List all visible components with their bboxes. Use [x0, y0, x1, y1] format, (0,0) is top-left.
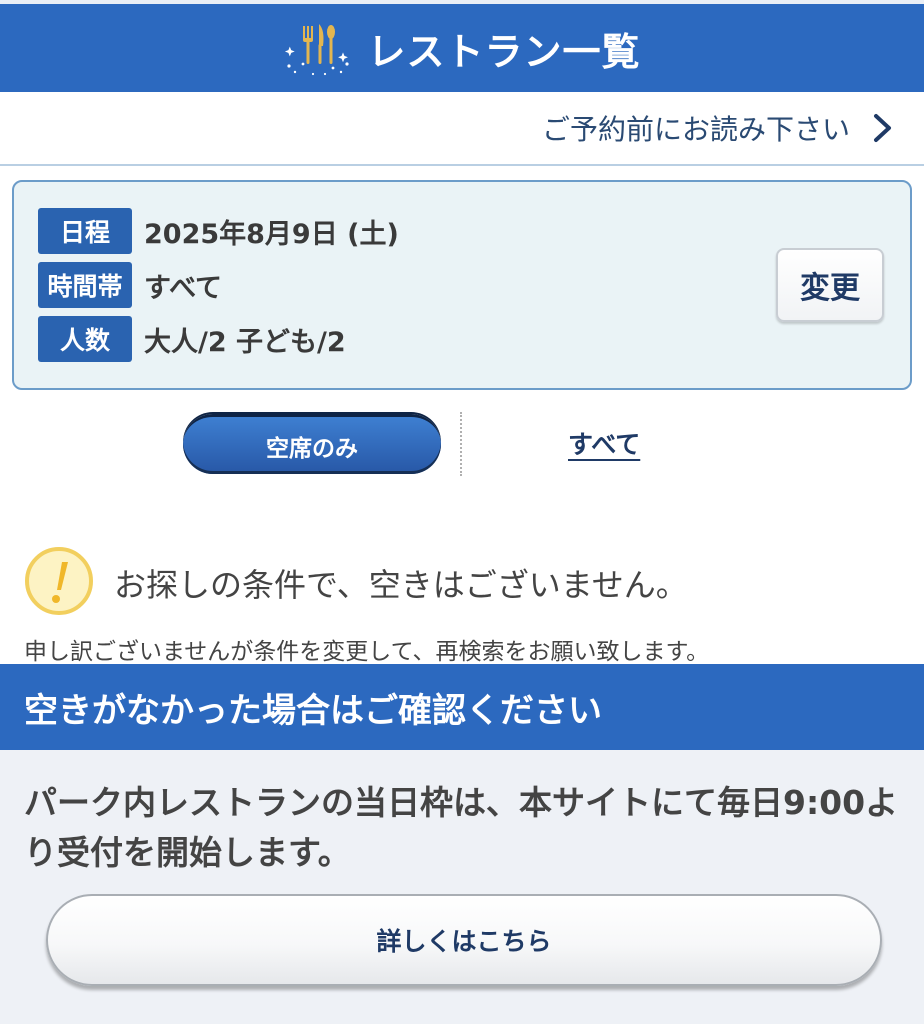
filter-divider — [460, 412, 462, 476]
condition-value: 2025年8月9日 (土) — [144, 218, 399, 250]
warning-icon — [25, 547, 93, 615]
condition-label: 時間帯 — [38, 262, 132, 308]
page-title: レストラン一覧 — [367, 29, 641, 74]
filter-available-only-button[interactable]: 空席のみ — [183, 414, 441, 474]
section-banner: 空きがなかった場合はご確認ください — [0, 664, 924, 750]
cutlery-icon — [285, 24, 350, 76]
condition-row-time: 時間帯 すべて — [38, 262, 222, 308]
notice-label: ご予約前にお読み下さい — [541, 113, 850, 146]
no-availability-subtitle: 申し訳ございませんが条件を変更して、再検索をお願い致します。 — [24, 639, 710, 665]
chevron-right-icon — [874, 114, 891, 142]
change-conditions-button[interactable]: 変更 — [776, 248, 884, 322]
filter-all-link[interactable]: すべて — [568, 425, 640, 461]
pre-reservation-notice-link[interactable]: ご予約前にお読み下さい — [0, 92, 924, 166]
condition-row-party-size: 人数 大人/2 子ども/2 — [38, 316, 346, 362]
condition-value: すべて — [144, 272, 223, 304]
section-text: パーク内レストランの当日枠は、本サイトにて毎日9:00より受付を開始します。 — [24, 783, 899, 872]
page-header: レストラン一覧 — [0, 0, 924, 92]
details-button[interactable]: 詳しくはこちら — [46, 894, 882, 986]
condition-label: 人数 — [38, 316, 132, 362]
condition-value: 大人/2 子ども/2 — [144, 326, 346, 358]
condition-label: 日程 — [38, 208, 132, 254]
condition-row-date: 日程 2025年8月9日 (土) — [38, 208, 399, 254]
search-conditions-box: 日程 2025年8月9日 (土) 時間帯 すべて 人数 大人/2 子ども/2 変… — [12, 180, 912, 390]
no-availability-title: お探しの条件で、空きはございません。 — [114, 566, 688, 604]
